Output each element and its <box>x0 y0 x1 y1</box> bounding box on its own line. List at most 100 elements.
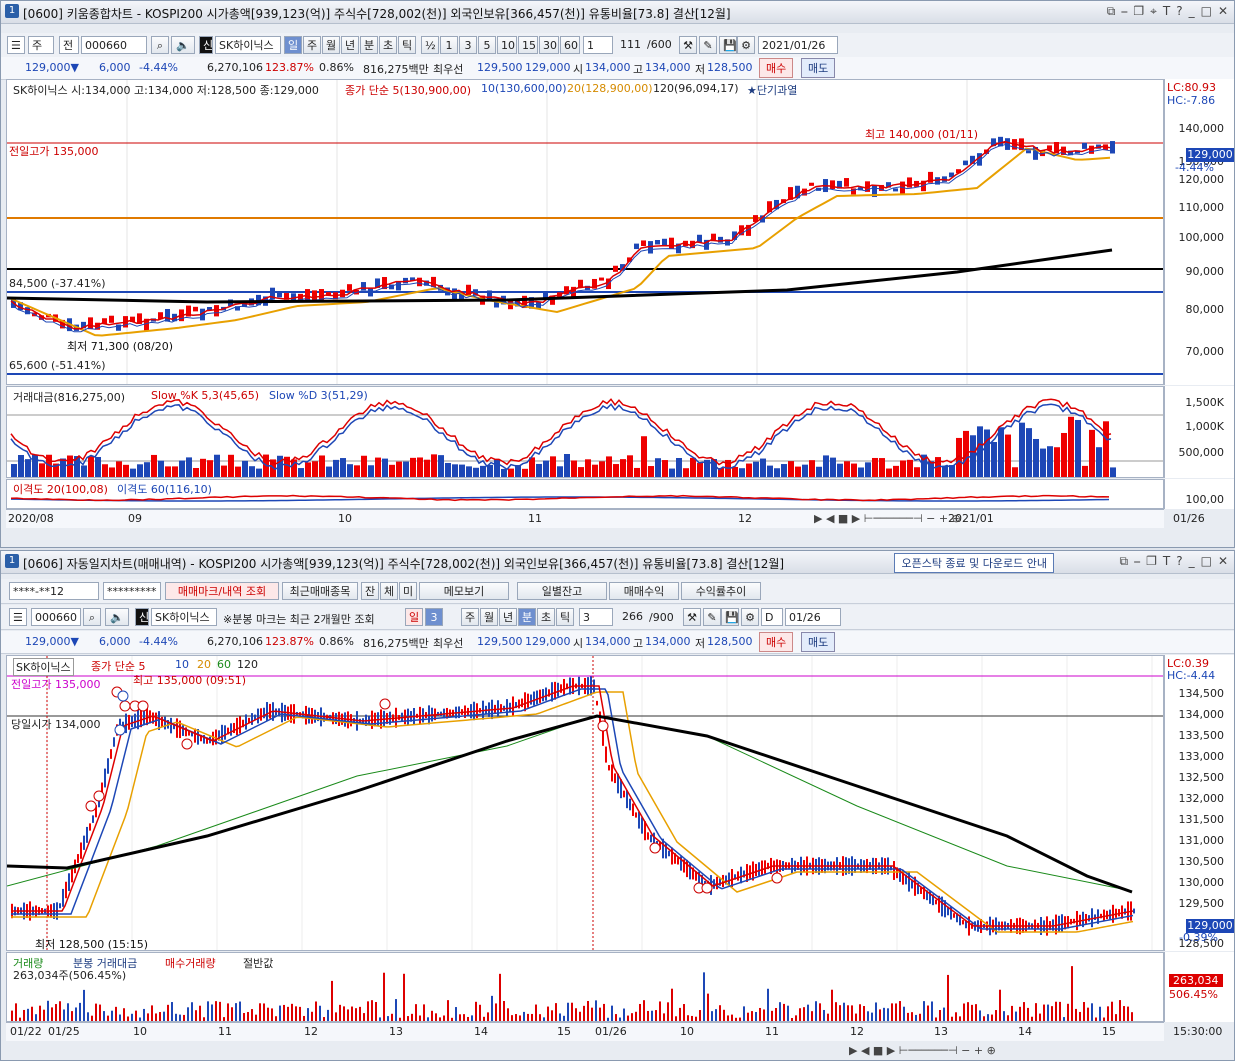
period-week[interactable]: 주 <box>461 608 479 626</box>
scroll-controls[interactable]: ▶ ◀ ■ ▶ ⊢──────⊣ − + ⊕ <box>814 512 961 525</box>
period-day[interactable]: 일 <box>405 608 423 626</box>
period-second[interactable]: 초 <box>537 608 555 626</box>
candle <box>599 277 604 281</box>
period-day[interactable]: 일 <box>284 36 302 54</box>
menu-icon[interactable]: ☰ <box>7 36 25 54</box>
d-checkbox[interactable]: D <box>761 608 783 626</box>
type-select[interactable]: 전 <box>59 36 79 54</box>
volume-stochastic-chart[interactable]: 거래대금(816,275,00) Slow %K 5,3(45,65) Slow… <box>6 386 1164 478</box>
period-minute[interactable]: 분 <box>518 608 536 626</box>
recent-trades-button[interactable]: 최근매매종목 <box>282 582 358 600</box>
bars-max: /600 <box>647 38 672 51</box>
yaxis-label: 132,000 <box>1178 792 1225 805</box>
minimize-icon[interactable]: ⎯ <box>1134 554 1140 569</box>
notice-button[interactable]: 오픈스탁 종료 및 다운로드 안내 <box>894 553 1054 573</box>
restore-icon[interactable]: ❐ <box>1146 554 1157 569</box>
window-minimize-icon[interactable]: _ <box>1189 554 1195 569</box>
period-tick[interactable]: 틱 <box>556 608 574 626</box>
memo-button[interactable]: 메모보기 <box>419 582 509 600</box>
search-icon[interactable]: ⌕ <box>151 36 169 54</box>
ma10-line <box>10 144 1111 333</box>
volume-bar <box>839 1005 841 1021</box>
save-icon[interactable]: 💾 <box>719 36 737 54</box>
settings-icon[interactable]: ⚙ <box>741 608 759 626</box>
period-year[interactable]: 년 <box>499 608 517 626</box>
speaker-icon[interactable]: 🔈 <box>171 36 195 54</box>
close-icon[interactable]: ✕ <box>1218 554 1228 569</box>
link-icon[interactable]: ⧉ <box>1120 554 1129 569</box>
interval-30[interactable]: 30 <box>539 36 559 54</box>
interval-15[interactable]: 15 <box>518 36 538 54</box>
speaker-icon[interactable]: 🔈 <box>105 608 129 626</box>
window-maximize-icon[interactable]: □ <box>1201 554 1212 569</box>
interval-3[interactable]: 3 <box>459 36 477 54</box>
interval-1[interactable]: 1 <box>440 36 458 54</box>
period-week[interactable]: 주 <box>303 36 321 54</box>
minute-select[interactable]: 3 <box>579 608 613 626</box>
return-trend-button[interactable]: 수익률추이 <box>681 582 761 600</box>
pending-button[interactable]: 미 <box>399 582 417 600</box>
window-maximize-icon[interactable]: □ <box>1201 4 1212 19</box>
interval-10[interactable]: 10 <box>497 36 517 54</box>
mode-select[interactable]: 주 <box>28 36 54 54</box>
trade-profit-button[interactable]: 매매수익 <box>609 582 679 600</box>
period-minute[interactable]: 분 <box>360 36 378 54</box>
volume-bar <box>803 1007 805 1021</box>
close-icon[interactable]: ✕ <box>1218 4 1228 19</box>
period-tick[interactable]: 틱 <box>398 36 416 54</box>
sell-button[interactable]: 매도 <box>801 632 836 652</box>
intraday-volume-chart[interactable]: 거래량 분봉 거래대금 매수거래량 절반값 263,034주(506.45%) <box>6 952 1164 1022</box>
price-chart[interactable]: SK하이닉스 시:134,000 고:134,000 저:128,500 종:1… <box>6 79 1164 385</box>
half-button[interactable]: ½ <box>421 36 439 54</box>
candle <box>635 812 637 818</box>
text-icon[interactable]: T <box>1163 554 1170 569</box>
balance-button[interactable]: 잔 <box>361 582 379 600</box>
period-month[interactable]: 월 <box>480 608 498 626</box>
tool-icon[interactable]: ⚒ <box>683 608 701 626</box>
search-icon[interactable]: ⌕ <box>83 608 101 626</box>
text-icon[interactable]: T <box>1163 4 1170 19</box>
intraday-chart[interactable]: SK하이닉스 종가 단순 5 10 20 60 120 전일고가 135,000… <box>6 655 1164 951</box>
draw-icon[interactable]: ✎ <box>703 608 721 626</box>
password-input[interactable]: ********* <box>103 582 161 600</box>
date-input[interactable]: 2021/01/26 <box>758 36 838 54</box>
period-second[interactable]: 초 <box>379 36 397 54</box>
buy-button[interactable]: 매수 <box>759 58 794 78</box>
save-icon[interactable]: 💾 <box>721 608 739 626</box>
pin-icon[interactable]: ⌖ <box>1150 4 1157 19</box>
interval-5[interactable]: 5 <box>478 36 496 54</box>
scroll-controls[interactable]: ▶ ◀ ■ ▶ ⊢──────⊣ − + ⊕ <box>849 1044 996 1057</box>
minimize-icon[interactable]: ⎯ <box>1121 4 1127 19</box>
volume-bar <box>403 461 409 477</box>
settings-icon[interactable]: ⚙ <box>737 36 755 54</box>
volume-bar <box>1111 1001 1113 1021</box>
period-count[interactable]: 3 <box>425 608 443 626</box>
bars-input[interactable]: 266 <box>619 608 647 626</box>
volume-bar <box>172 466 178 477</box>
draw-icon[interactable]: ✎ <box>699 36 717 54</box>
tool-icon[interactable]: ⚒ <box>679 36 697 54</box>
sell-button[interactable]: 매도 <box>801 58 836 78</box>
disparity-chart[interactable]: 이격도 20(100,08) 이격도 60(116,10) <box>6 479 1164 509</box>
executed-button[interactable]: 체 <box>380 582 398 600</box>
daily-balance-button[interactable]: 일별잔고 <box>517 582 607 600</box>
trade-mark-query-button[interactable]: 매매마크/내역 조회 <box>165 582 279 600</box>
restore-icon[interactable]: ❐ <box>1133 4 1144 19</box>
stock-code-input[interactable]: 000660 <box>81 36 147 54</box>
stock-code-input[interactable]: 000660 <box>31 608 81 626</box>
date-input[interactable]: 01/26 <box>785 608 841 626</box>
bars-input[interactable]: 111 <box>617 36 645 54</box>
window-minimize-icon[interactable]: _ <box>1189 4 1195 19</box>
buy-button[interactable]: 매수 <box>759 632 794 652</box>
period-year[interactable]: 년 <box>341 36 359 54</box>
account-select[interactable]: ****-**12 <box>9 582 99 600</box>
interval-60[interactable]: 60 <box>560 36 580 54</box>
menu-icon[interactable]: ☰ <box>9 608 27 626</box>
help-icon[interactable]: ? <box>1176 4 1182 19</box>
volume-bar <box>923 1001 925 1021</box>
help-icon[interactable]: ? <box>1176 554 1182 569</box>
count-select[interactable]: 1 <box>583 36 613 54</box>
volume-bar <box>647 1010 649 1021</box>
period-month[interactable]: 월 <box>322 36 340 54</box>
link-icon[interactable]: ⧉ <box>1107 4 1116 19</box>
